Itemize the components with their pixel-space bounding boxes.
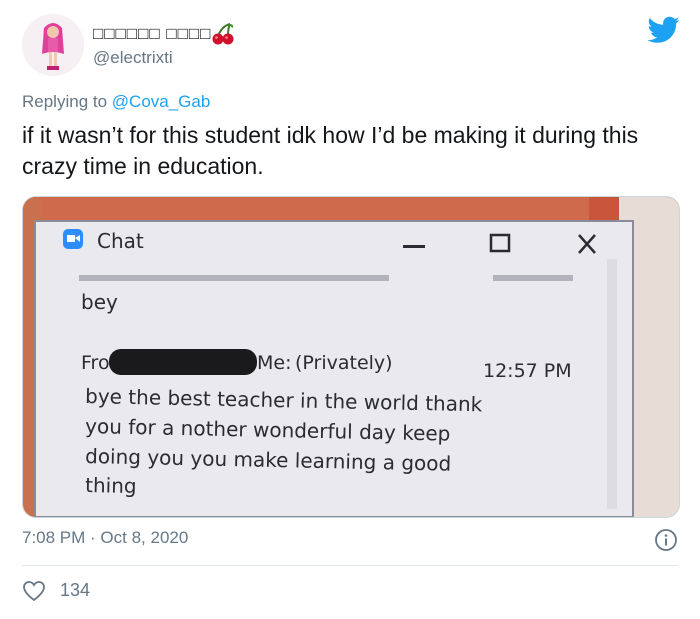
divider [22, 565, 678, 566]
display-name[interactable]: □□□□□□ □□□□ [93, 24, 211, 44]
like-count: 134 [60, 580, 91, 600]
replying-prefix: Replying to [22, 92, 112, 111]
tweet-timestamp[interactable]: 7:08 PM · Oct 8, 2020 [22, 528, 188, 548]
photo-of-zoom-chat: Chat bey Fro Me: (Privately) 12:57 PM by… [23, 197, 679, 517]
tweet-photo[interactable]: Chat bey Fro Me: (Privately) 12:57 PM by… [22, 196, 680, 518]
replying-mention-link[interactable]: @Cova_Gab [112, 92, 211, 111]
info-icon[interactable] [654, 528, 678, 552]
user-handle[interactable]: @electrixti [93, 48, 173, 68]
photo-window-title: Chat [97, 229, 144, 253]
tweet-text: if it wasn’t for this student idk how I’… [22, 122, 639, 179]
previous-message-text: bey [81, 290, 118, 314]
minimize-icon [403, 245, 425, 248]
message-time: 12:57 PM [483, 360, 572, 382]
cherry-icon [212, 23, 234, 45]
message-line: thing [85, 473, 137, 498]
to-label: Me: [257, 352, 291, 374]
avatar[interactable] [22, 14, 84, 76]
heart-icon[interactable] [22, 580, 46, 602]
replying-to: Replying to @Cova_Gab [22, 92, 210, 112]
redacted-name-bar [109, 349, 257, 375]
avatar-image [22, 14, 84, 76]
from-prefix: Fro [81, 352, 110, 374]
privately-label: (Privately) [295, 352, 393, 374]
twitter-bird-icon[interactable] [648, 16, 680, 44]
